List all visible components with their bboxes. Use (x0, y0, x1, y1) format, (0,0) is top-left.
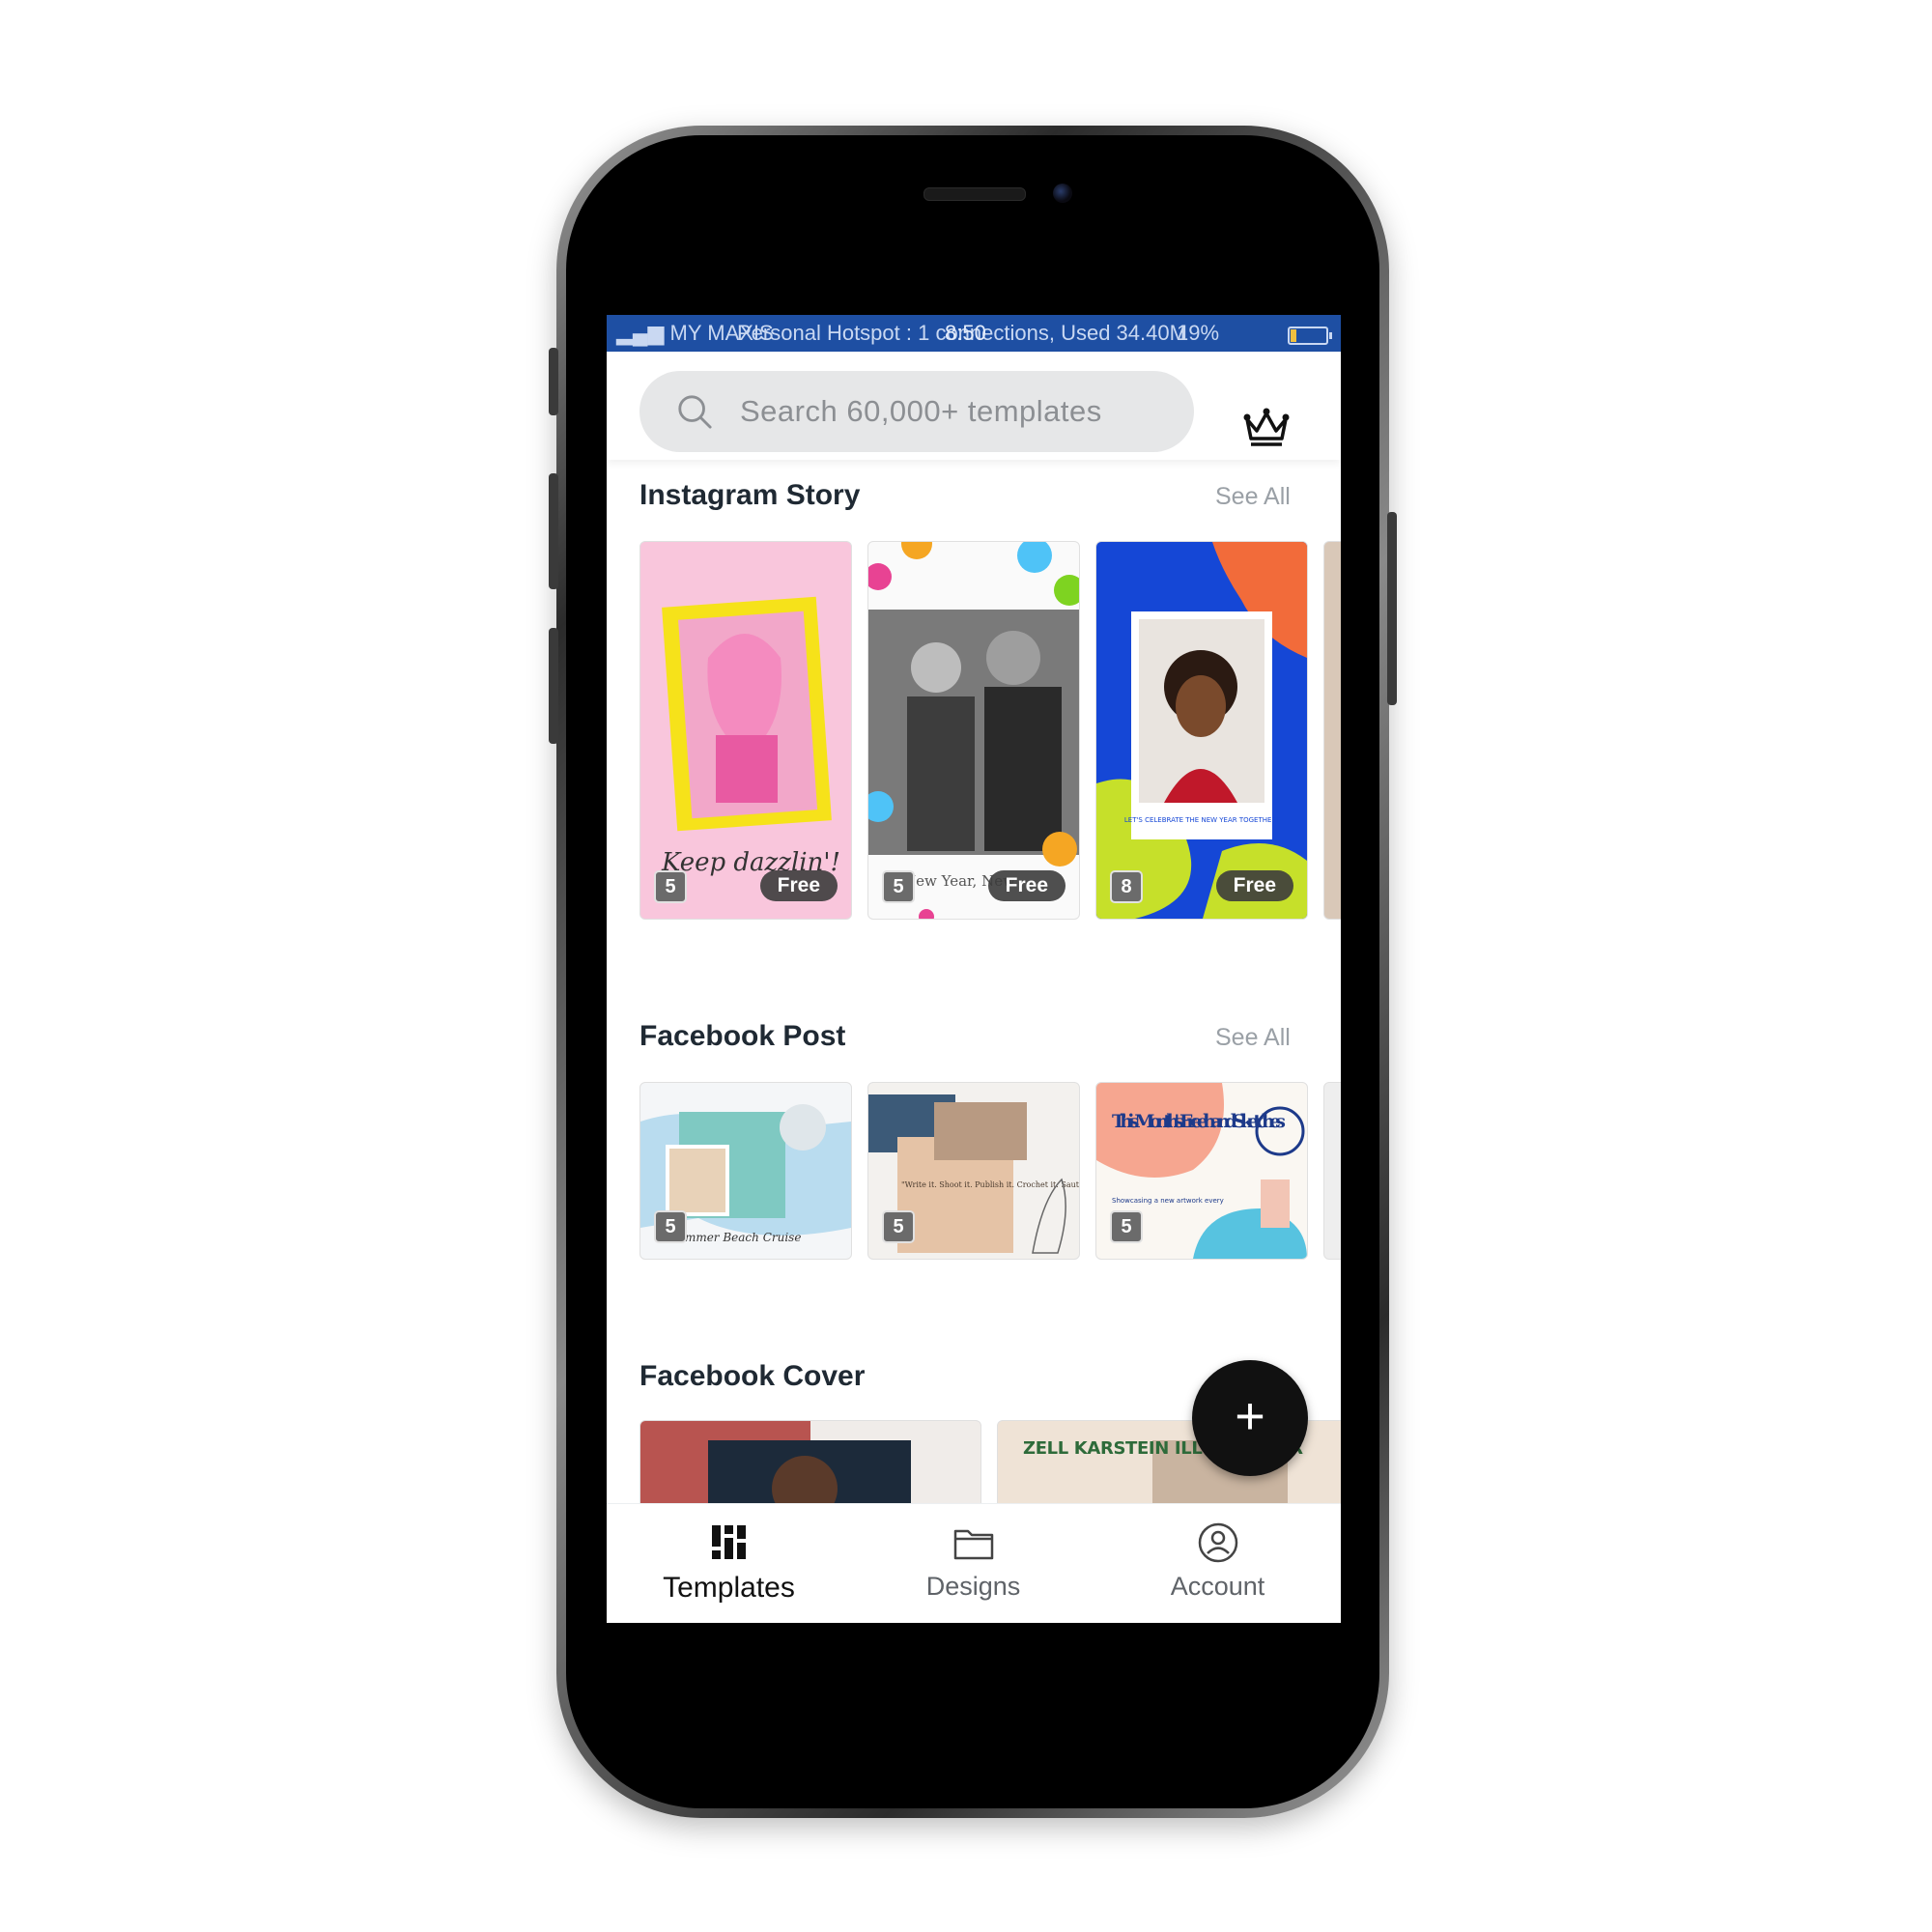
battery-icon (1288, 327, 1332, 345)
nav-label: Templates (663, 1572, 795, 1604)
nav-designs[interactable]: Designs (851, 1504, 1095, 1623)
template-feed[interactable]: Instagram Story See All Keep dazzlin'! 5… (607, 460, 1341, 1503)
card-caption: Summer Beach Cruise (669, 1231, 801, 1244)
clock: 8:50 (945, 321, 986, 345)
free-badge: Free (987, 870, 1065, 901)
nav-account[interactable]: Account (1095, 1504, 1340, 1623)
page-count-badge: 8 (1110, 870, 1143, 903)
battery-percent: 19% (1177, 321, 1220, 345)
page-count-badge: 5 (882, 1210, 915, 1243)
card-caption: "Write it. Shoot it. Publish it. Crochet… (901, 1180, 1079, 1189)
earpiece-speaker (923, 187, 1026, 201)
nav-label: Account (1170, 1572, 1265, 1601)
templates-grid-icon (711, 1525, 746, 1559)
page-count-badge: 5 (654, 1210, 687, 1243)
search-icon (678, 395, 712, 429)
section-title-facebook-cover: Facebook Cover (639, 1360, 866, 1392)
template-thumbnail (640, 1421, 911, 1503)
template-card-facebook-post-1[interactable]: Summer Beach Cruise 5 (639, 1082, 852, 1260)
card-caption: This Month's Freehand Sketches (1112, 1111, 1286, 1132)
template-card-peek[interactable] (1323, 541, 1341, 920)
template-card-instagram-story-2[interactable]: New Year, New 5 Free (867, 541, 1080, 920)
page-count-badge: 5 (1110, 1210, 1143, 1243)
account-circle-icon (1198, 1522, 1237, 1563)
mute-switch (549, 348, 558, 415)
card-caption: LET'S CELEBRATE THE NEW YEAR TOGETHER! (1124, 816, 1279, 824)
template-card-peek[interactable] (1323, 1082, 1341, 1260)
template-thumbnail: Keep dazzlin'! (661, 596, 840, 877)
see-all-facebook-post[interactable]: See All (1215, 1024, 1291, 1052)
template-card-instagram-story-1[interactable]: Keep dazzlin'! 5 Free (639, 541, 852, 920)
search-input[interactable]: Search 60,000+ templates (740, 394, 1102, 429)
crown-icon[interactable] (1242, 406, 1291, 448)
create-design-fab[interactable]: + (1192, 1360, 1308, 1476)
template-card-facebook-cover-1[interactable] (639, 1420, 981, 1503)
front-camera (1053, 184, 1072, 203)
card-subcaption: Showcasing a new artwork every (1112, 1197, 1224, 1205)
search-bar[interactable]: Search 60,000+ templates (639, 371, 1194, 452)
folder-icon (953, 1529, 993, 1560)
status-bar: ▂▄▆ MY MAXIS Personal Hotspot : 1 connec… (607, 315, 1341, 352)
template-card-instagram-story-3[interactable]: LET'S CELEBRATE THE NEW YEAR TOGETHER! 8… (1095, 541, 1308, 920)
screen: ▂▄▆ MY MAXIS Personal Hotspot : 1 connec… (607, 315, 1341, 1623)
section-title-instagram-story: Instagram Story (639, 479, 861, 511)
search-header: Search 60,000+ templates (607, 352, 1341, 460)
free-badge: Free (759, 870, 838, 901)
page-count-badge: 5 (654, 870, 687, 903)
template-thumbnail: LET'S CELEBRATE THE NEW YEAR TOGETHER! (1096, 542, 1307, 919)
page-count-badge: 5 (882, 870, 915, 903)
template-card-facebook-post-3[interactable]: This Month's Freehand Sketches Showcasin… (1095, 1082, 1308, 1260)
nav-templates[interactable]: Templates (607, 1504, 851, 1623)
free-badge: Free (1215, 870, 1293, 901)
nav-label: Designs (925, 1572, 1021, 1601)
see-all-instagram-story[interactable]: See All (1215, 483, 1291, 511)
template-card-facebook-post-2[interactable]: "Write it. Shoot it. Publish it. Crochet… (867, 1082, 1080, 1260)
section-title-facebook-post: Facebook Post (639, 1020, 846, 1052)
volume-down-button (549, 628, 558, 744)
template-thumbnail: New Year, New (868, 542, 1079, 919)
power-button (1387, 512, 1397, 705)
bottom-nav: Templates Designs Account (607, 1503, 1341, 1623)
volume-up-button (549, 473, 558, 589)
